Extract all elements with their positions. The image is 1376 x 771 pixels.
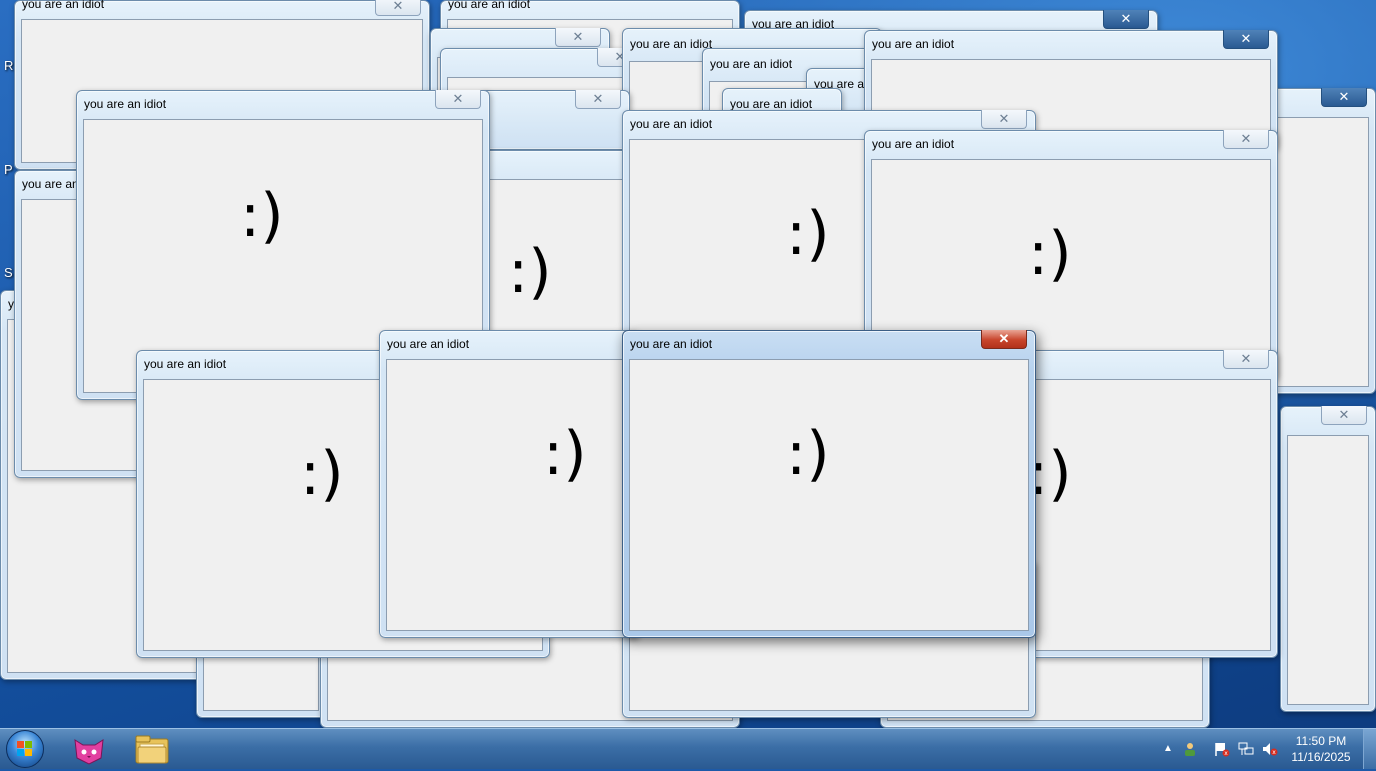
window-titlebar[interactable]: you are an idiot ✕ (865, 130, 1277, 159)
close-button[interactable]: ✕ (1223, 30, 1269, 49)
idiot-window-active[interactable]: you are an idiot ✕ :) (622, 330, 1036, 638)
close-button[interactable]: ✕ (981, 330, 1027, 349)
window-titlebar[interactable]: you are an idiot (380, 331, 638, 359)
window-title: you are an idiot (22, 0, 105, 11)
smiley-face: :) (508, 237, 552, 307)
clock-date: 11/16/2025 (1291, 750, 1351, 764)
window-title: you are an idiot (387, 337, 470, 351)
window-titlebar[interactable]: ✕ (481, 90, 629, 119)
close-button[interactable]: ✕ (1321, 88, 1367, 107)
window-title: you are an idiot (730, 97, 813, 111)
window-title: you are an idiot (710, 57, 793, 71)
close-button[interactable]: ✕ (981, 110, 1027, 129)
close-button[interactable]: ✕ (575, 90, 621, 109)
show-hidden-icons-button[interactable]: ▲ (1160, 741, 1176, 757)
system-tray: ▲ x x 11:50 PM 11/16/2025 (1156, 729, 1376, 769)
smiley-face: :) (300, 439, 344, 509)
desktop-icon-label[interactable]: S (4, 265, 13, 280)
close-button[interactable]: ✕ (1103, 10, 1149, 29)
svg-text:x: x (1272, 749, 1276, 756)
window-titlebar[interactable]: ✕ (441, 48, 651, 77)
idiot-window[interactable]: ✕ (1280, 406, 1376, 712)
volume-muted-icon[interactable]: x (1262, 741, 1278, 757)
close-button[interactable]: ✕ (1223, 350, 1269, 369)
window-title: you are an idiot (872, 37, 955, 51)
clock-time: 11:50 PM (1295, 734, 1347, 748)
window-titlebar[interactable]: ✕ (1271, 88, 1375, 117)
close-button[interactable]: ✕ (1321, 406, 1367, 425)
user-accounts-icon[interactable] (1182, 741, 1198, 757)
close-button[interactable]: ✕ (1223, 130, 1269, 149)
close-button[interactable]: ✕ (435, 90, 481, 109)
window-client: :) (386, 359, 632, 631)
window-title: you are an idiot (630, 37, 713, 51)
smiley-face: :) (543, 419, 587, 489)
desktop: R P S you are an idiot you are an idiot … (0, 0, 1376, 728)
taskbar: ▲ x x 11:50 PM 11/16/2025 (0, 728, 1376, 769)
window-title: you are an idiot (872, 137, 955, 151)
smiley-face: :) (786, 199, 830, 269)
window-titlebar[interactable]: you are an idiot ✕ (77, 90, 489, 119)
window-titlebar[interactable]: you are an idiot ✕ (865, 30, 1277, 59)
show-desktop-button[interactable] (1363, 729, 1376, 769)
idiot-window[interactable]: ✕ (1270, 88, 1376, 394)
window-title: you are an idiot (630, 337, 713, 351)
window-client (1287, 435, 1369, 705)
window-titlebar[interactable]: you are an idiot ✕ (623, 330, 1035, 359)
window-title: you are an idiot (144, 357, 227, 371)
smiley-face: :) (240, 181, 284, 251)
cat-app-icon[interactable] (72, 732, 106, 766)
start-button[interactable] (6, 730, 44, 768)
window-titlebar[interactable]: ✕ (1281, 406, 1375, 435)
desktop-icon-label[interactable]: R (4, 58, 13, 73)
network-icon[interactable] (1238, 741, 1254, 757)
close-button[interactable]: ✕ (375, 0, 421, 16)
window-title: you are an idiot (448, 0, 531, 11)
svg-text:x: x (1224, 750, 1228, 757)
idiot-window[interactable]: you are an idiot :) (379, 330, 639, 638)
action-center-flag-icon[interactable]: x (1214, 741, 1230, 757)
file-explorer-icon[interactable] (134, 732, 169, 766)
window-title: you are an idiot (630, 117, 713, 131)
idiot-window[interactable]: ✕ (480, 90, 630, 150)
window-client: :) (629, 359, 1029, 631)
smiley-face: :) (1028, 219, 1072, 289)
clock[interactable]: 11:50 PM 11/16/2025 (1286, 733, 1356, 765)
windows-flag-icon (17, 741, 33, 757)
desktop-icon-label[interactable]: P (4, 162, 13, 177)
close-button[interactable]: ✕ (555, 28, 601, 47)
window-client (1277, 117, 1369, 387)
smiley-face: :) (786, 419, 830, 489)
window-title: you are an idiot (84, 97, 167, 111)
